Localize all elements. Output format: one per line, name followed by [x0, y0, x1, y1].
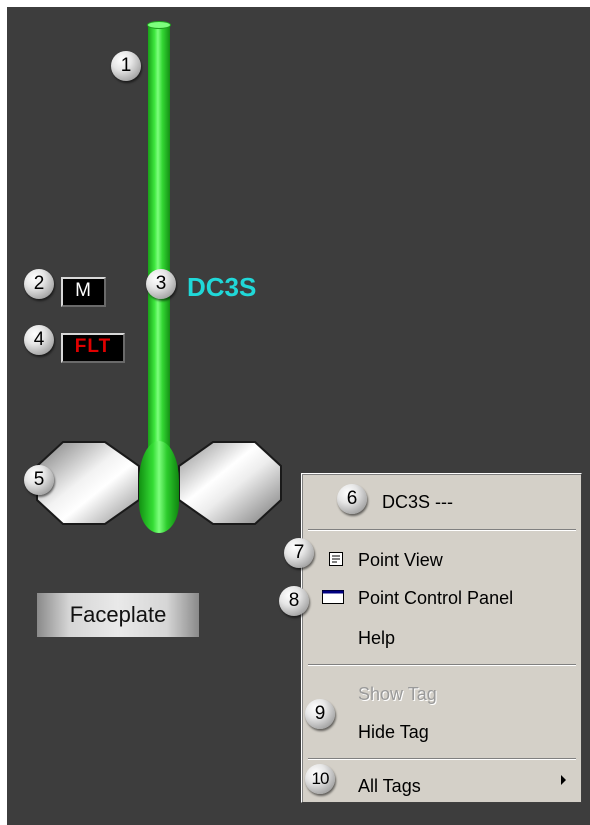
mode-indicator[interactable]: M [61, 277, 106, 307]
fault-indicator[interactable]: FLT [61, 333, 125, 363]
callout-badge: 10 [305, 764, 335, 794]
callout-badge: 3 [146, 269, 176, 299]
agitator-shaft-top [147, 21, 171, 29]
context-menu: DC3S --- Point View Point Control Panel … [301, 473, 582, 803]
callout-badge: 9 [305, 699, 335, 729]
menu-item-show-tag: Show Tag [358, 684, 437, 704]
menu-item-all-tags[interactable]: All Tags [358, 776, 421, 797]
menu-item-point-view[interactable]: Point View [358, 550, 443, 571]
menu-item-hide-tag[interactable]: Hide Tag [358, 722, 429, 743]
menu-separator [308, 758, 576, 760]
menu-item-help[interactable]: Help [358, 628, 395, 649]
callout-badge: 7 [284, 538, 314, 568]
callout-badge: 5 [24, 465, 54, 495]
control-panel-icon [322, 590, 344, 604]
callout-badge: 6 [337, 484, 367, 514]
menu-header-tag: DC3S --- [382, 492, 453, 512]
process-graphic-canvas: M FLT DC3S Faceplate DC3S --- Point View… [7, 7, 590, 825]
tag-name-label[interactable]: DC3S [187, 272, 256, 303]
agitator-hub[interactable] [139, 441, 179, 533]
callout-badge: 2 [24, 269, 54, 299]
callout-badge: 4 [24, 325, 54, 355]
menu-item-point-control-panel[interactable]: Point Control Panel [358, 588, 513, 609]
point-view-icon [329, 552, 343, 566]
impeller-right-blade[interactable] [177, 440, 283, 526]
menu-separator [308, 529, 576, 531]
submenu-arrow-icon [561, 775, 566, 785]
callout-badge: 8 [279, 586, 309, 616]
menu-separator [308, 664, 576, 666]
faceplate-button[interactable]: Faceplate [37, 593, 199, 637]
callout-badge: 1 [111, 51, 141, 81]
